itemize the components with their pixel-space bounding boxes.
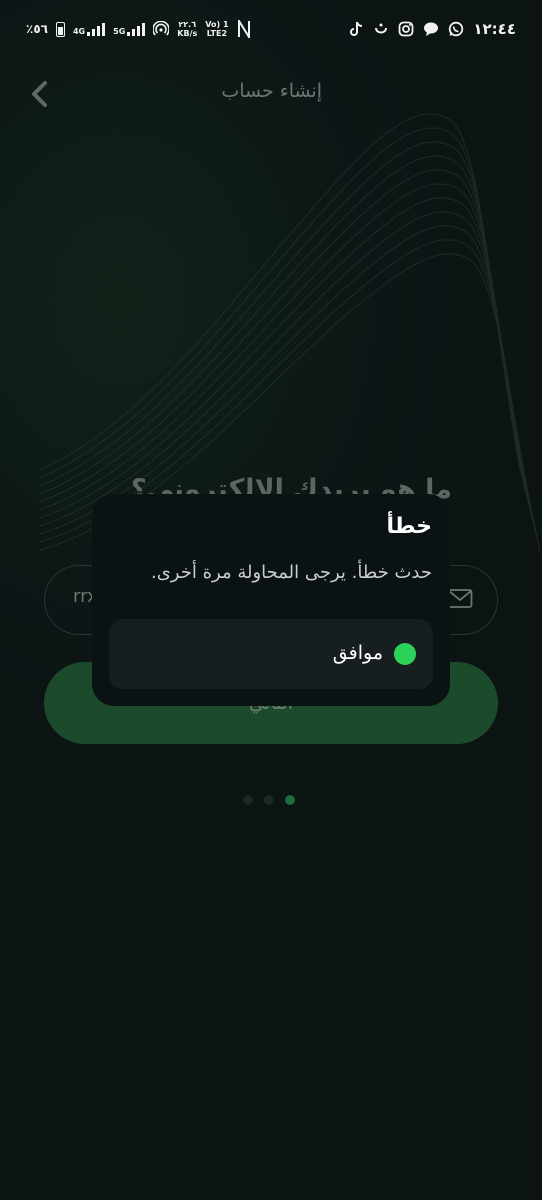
noon-icon (375, 23, 388, 34)
clock: ١٢:٤٤ (473, 20, 516, 38)
battery-percent: ٪٥٦ (26, 22, 48, 36)
dialog-title: خطأ (386, 514, 432, 539)
whatsapp-icon (449, 21, 464, 37)
volte-line-1: Vo) 1 (205, 20, 229, 29)
signal-bars-1-icon (87, 22, 106, 36)
dialog-message: حدث خطأ. يرجى المحاولة مرة أخرى. (151, 562, 432, 583)
error-dialog: خطأ حدث خطأ. يرجى المحاولة مرة أخرى. موا… (92, 494, 450, 706)
back-button[interactable] (22, 76, 58, 112)
nfc-icon (237, 20, 250, 38)
instagram-icon (398, 21, 414, 37)
chat-bubble-icon (424, 22, 439, 36)
radio-selected-icon (394, 643, 416, 665)
network-label-2: 5G (113, 27, 126, 36)
page-dot (243, 795, 253, 805)
chevron-left-icon (32, 81, 47, 107)
page-indicator (243, 795, 295, 805)
status-bar: ٪٥٦ 4G 5G ٢٢.٦ KB/s Vo) 1 LTE2 ١٢:٤٤ (0, 0, 542, 64)
tiktok-icon (350, 21, 363, 36)
mail-icon (447, 589, 473, 608)
volte-line-2: LTE2 (206, 29, 228, 38)
hotspot-icon (153, 21, 170, 36)
speed-unit: KB/s (177, 29, 198, 38)
network-speed: ٢٢.٦ KB/s (177, 20, 197, 38)
status-left: ٪٥٦ 4G 5G ٢٢.٦ KB/s Vo) 1 LTE2 (26, 20, 251, 38)
status-right: ١٢:٤٤ (348, 20, 516, 38)
ok-option[interactable]: موافق (109, 619, 433, 689)
network-label-1: 4G (72, 27, 86, 36)
battery-icon (55, 21, 65, 37)
ok-option-label: موافق (332, 642, 383, 664)
page-title: إنشاء حساب (221, 80, 322, 102)
page-dot-active (285, 795, 295, 805)
signal-bars-2-icon (127, 22, 146, 36)
volte-indicator: Vo) 1 LTE2 (205, 20, 228, 38)
speed-value: ٢٢.٦ (178, 20, 197, 29)
page-dot (264, 795, 274, 805)
